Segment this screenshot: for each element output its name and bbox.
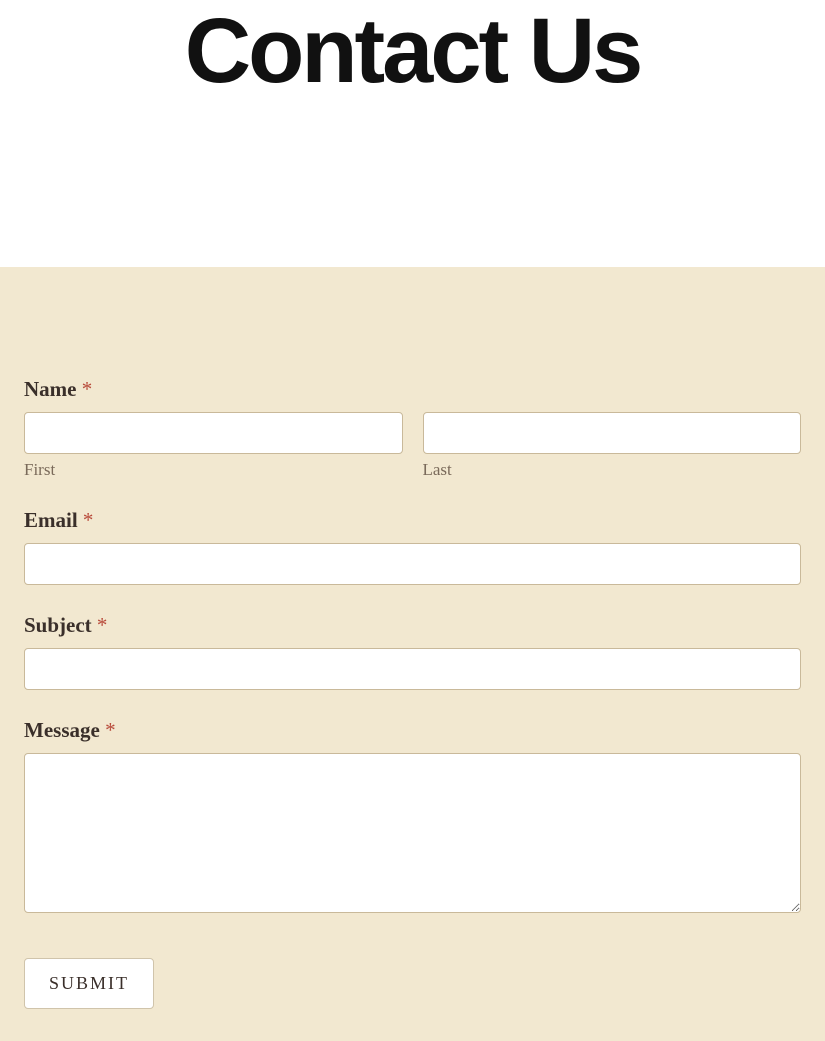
name-field-group: Name * First Last <box>24 377 801 480</box>
email-label-text: Email <box>24 508 78 532</box>
subject-input[interactable] <box>24 648 801 690</box>
name-label-text: Name <box>24 377 76 401</box>
message-textarea[interactable] <box>24 753 801 913</box>
email-input[interactable] <box>24 543 801 585</box>
subject-label: Subject * <box>24 613 801 638</box>
name-row: First Last <box>24 412 801 480</box>
message-required-mark: * <box>105 718 116 742</box>
email-label: Email * <box>24 508 801 533</box>
header-section: Contact Us <box>0 0 825 267</box>
subject-field-group: Subject * <box>24 613 801 690</box>
page-title: Contact Us <box>0 0 825 97</box>
submit-button[interactable]: SUBMIT <box>24 958 154 1009</box>
message-field-group: Message * <box>24 718 801 918</box>
message-label: Message * <box>24 718 801 743</box>
name-required-mark: * <box>82 377 93 401</box>
first-name-sublabel: First <box>24 460 403 480</box>
subject-required-mark: * <box>97 613 108 637</box>
last-name-input[interactable] <box>423 412 802 454</box>
last-name-sublabel: Last <box>423 460 802 480</box>
first-name-col: First <box>24 412 403 480</box>
subject-label-text: Subject <box>24 613 92 637</box>
first-name-input[interactable] <box>24 412 403 454</box>
message-label-text: Message <box>24 718 100 742</box>
email-field-group: Email * <box>24 508 801 585</box>
email-required-mark: * <box>83 508 94 532</box>
contact-form: Name * First Last Email * Subject * <box>0 267 825 1041</box>
last-name-col: Last <box>423 412 802 480</box>
name-label: Name * <box>24 377 801 402</box>
